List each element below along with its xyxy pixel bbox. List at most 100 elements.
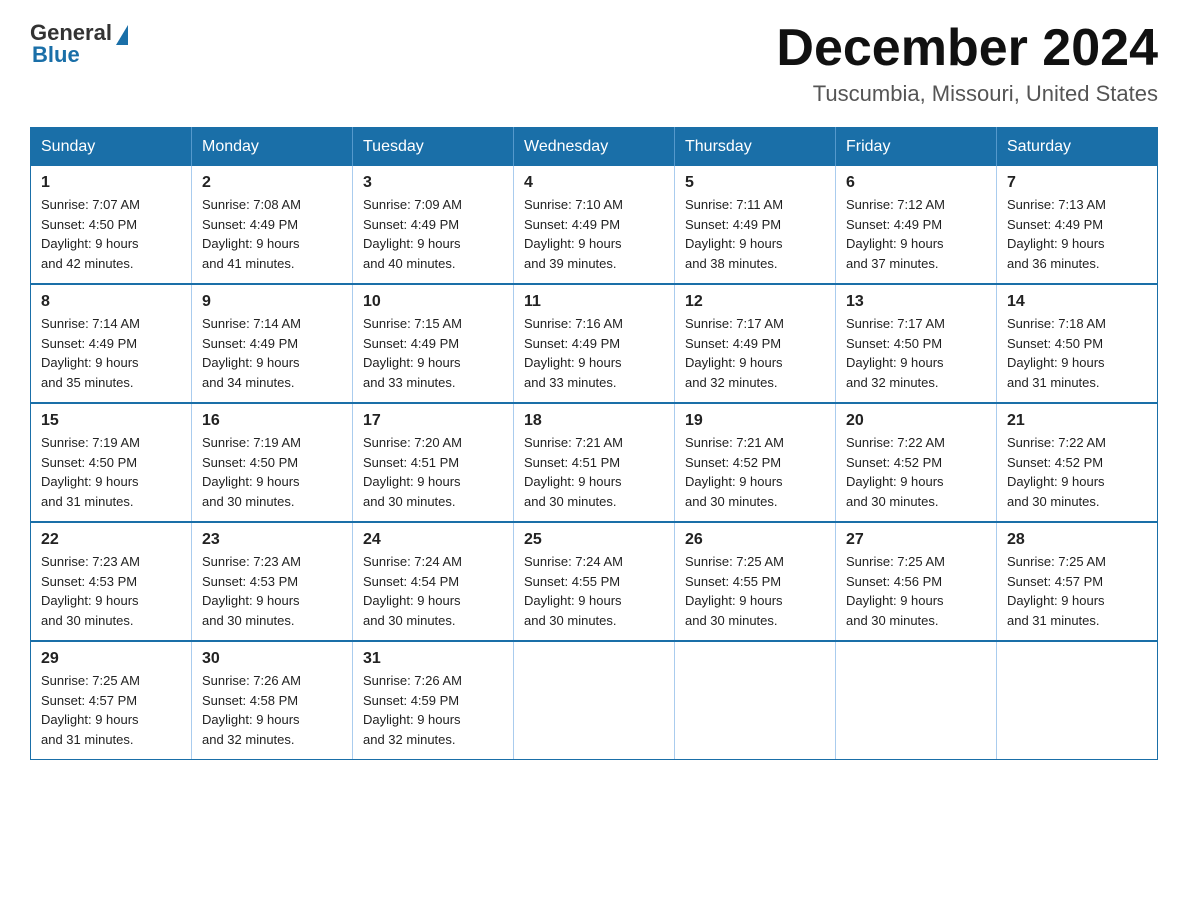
day-info: Sunrise: 7:17 AMSunset: 4:50 PMDaylight:… [846, 316, 945, 390]
day-number: 11 [524, 293, 664, 311]
day-info: Sunrise: 7:12 AMSunset: 4:49 PMDaylight:… [846, 197, 945, 271]
calendar-cell: 10 Sunrise: 7:15 AMSunset: 4:49 PMDaylig… [353, 284, 514, 403]
calendar-week-row: 15 Sunrise: 7:19 AMSunset: 4:50 PMDaylig… [31, 403, 1158, 522]
calendar-header: SundayMondayTuesdayWednesdayThursdayFrid… [31, 128, 1158, 167]
day-number: 23 [202, 531, 342, 549]
calendar-cell: 18 Sunrise: 7:21 AMSunset: 4:51 PMDaylig… [514, 403, 675, 522]
day-info: Sunrise: 7:17 AMSunset: 4:49 PMDaylight:… [685, 316, 784, 390]
day-info: Sunrise: 7:14 AMSunset: 4:49 PMDaylight:… [202, 316, 301, 390]
calendar-cell: 20 Sunrise: 7:22 AMSunset: 4:52 PMDaylig… [836, 403, 997, 522]
calendar-cell: 8 Sunrise: 7:14 AMSunset: 4:49 PMDayligh… [31, 284, 192, 403]
day-number: 15 [41, 412, 181, 430]
calendar-cell: 19 Sunrise: 7:21 AMSunset: 4:52 PMDaylig… [675, 403, 836, 522]
location-title: Tuscumbia, Missouri, United States [776, 81, 1158, 107]
weekday-header-sunday: Sunday [31, 128, 192, 167]
day-info: Sunrise: 7:24 AMSunset: 4:55 PMDaylight:… [524, 554, 623, 628]
day-info: Sunrise: 7:09 AMSunset: 4:49 PMDaylight:… [363, 197, 462, 271]
day-number: 3 [363, 174, 503, 192]
day-number: 10 [363, 293, 503, 311]
calendar-cell: 21 Sunrise: 7:22 AMSunset: 4:52 PMDaylig… [997, 403, 1158, 522]
day-number: 21 [1007, 412, 1147, 430]
day-number: 6 [846, 174, 986, 192]
weekday-header-wednesday: Wednesday [514, 128, 675, 167]
day-info: Sunrise: 7:22 AMSunset: 4:52 PMDaylight:… [1007, 435, 1106, 509]
day-info: Sunrise: 7:25 AMSunset: 4:55 PMDaylight:… [685, 554, 784, 628]
month-title: December 2024 [776, 20, 1158, 77]
calendar-cell: 17 Sunrise: 7:20 AMSunset: 4:51 PMDaylig… [353, 403, 514, 522]
logo: General Blue [30, 20, 128, 68]
day-info: Sunrise: 7:10 AMSunset: 4:49 PMDaylight:… [524, 197, 623, 271]
logo-triangle-icon [116, 25, 128, 45]
calendar-table: SundayMondayTuesdayWednesdayThursdayFrid… [30, 127, 1158, 760]
calendar-cell: 24 Sunrise: 7:24 AMSunset: 4:54 PMDaylig… [353, 522, 514, 641]
day-number: 30 [202, 650, 342, 668]
day-number: 2 [202, 174, 342, 192]
calendar-cell: 11 Sunrise: 7:16 AMSunset: 4:49 PMDaylig… [514, 284, 675, 403]
day-number: 14 [1007, 293, 1147, 311]
calendar-cell: 26 Sunrise: 7:25 AMSunset: 4:55 PMDaylig… [675, 522, 836, 641]
calendar-cell: 13 Sunrise: 7:17 AMSunset: 4:50 PMDaylig… [836, 284, 997, 403]
day-number: 1 [41, 174, 181, 192]
title-section: December 2024 Tuscumbia, Missouri, Unite… [776, 20, 1158, 107]
calendar-week-row: 29 Sunrise: 7:25 AMSunset: 4:57 PMDaylig… [31, 641, 1158, 760]
day-info: Sunrise: 7:18 AMSunset: 4:50 PMDaylight:… [1007, 316, 1106, 390]
day-number: 9 [202, 293, 342, 311]
calendar-cell: 22 Sunrise: 7:23 AMSunset: 4:53 PMDaylig… [31, 522, 192, 641]
day-number: 16 [202, 412, 342, 430]
calendar-cell: 5 Sunrise: 7:11 AMSunset: 4:49 PMDayligh… [675, 166, 836, 284]
day-number: 28 [1007, 531, 1147, 549]
day-number: 4 [524, 174, 664, 192]
day-number: 20 [846, 412, 986, 430]
weekday-header-friday: Friday [836, 128, 997, 167]
day-info: Sunrise: 7:13 AMSunset: 4:49 PMDaylight:… [1007, 197, 1106, 271]
day-number: 31 [363, 650, 503, 668]
day-info: Sunrise: 7:25 AMSunset: 4:57 PMDaylight:… [1007, 554, 1106, 628]
day-info: Sunrise: 7:14 AMSunset: 4:49 PMDaylight:… [41, 316, 140, 390]
day-info: Sunrise: 7:15 AMSunset: 4:49 PMDaylight:… [363, 316, 462, 390]
calendar-cell: 2 Sunrise: 7:08 AMSunset: 4:49 PMDayligh… [192, 166, 353, 284]
day-info: Sunrise: 7:23 AMSunset: 4:53 PMDaylight:… [202, 554, 301, 628]
day-info: Sunrise: 7:08 AMSunset: 4:49 PMDaylight:… [202, 197, 301, 271]
day-number: 7 [1007, 174, 1147, 192]
day-number: 8 [41, 293, 181, 311]
calendar-cell: 9 Sunrise: 7:14 AMSunset: 4:49 PMDayligh… [192, 284, 353, 403]
calendar-week-row: 8 Sunrise: 7:14 AMSunset: 4:49 PMDayligh… [31, 284, 1158, 403]
day-number: 13 [846, 293, 986, 311]
day-info: Sunrise: 7:22 AMSunset: 4:52 PMDaylight:… [846, 435, 945, 509]
day-number: 17 [363, 412, 503, 430]
day-info: Sunrise: 7:16 AMSunset: 4:49 PMDaylight:… [524, 316, 623, 390]
day-number: 27 [846, 531, 986, 549]
calendar-cell: 14 Sunrise: 7:18 AMSunset: 4:50 PMDaylig… [997, 284, 1158, 403]
calendar-cell: 29 Sunrise: 7:25 AMSunset: 4:57 PMDaylig… [31, 641, 192, 760]
calendar-cell [836, 641, 997, 760]
day-number: 19 [685, 412, 825, 430]
calendar-cell: 27 Sunrise: 7:25 AMSunset: 4:56 PMDaylig… [836, 522, 997, 641]
calendar-cell: 23 Sunrise: 7:23 AMSunset: 4:53 PMDaylig… [192, 522, 353, 641]
day-info: Sunrise: 7:26 AMSunset: 4:59 PMDaylight:… [363, 673, 462, 747]
page-header: General Blue December 2024 Tuscumbia, Mi… [30, 20, 1158, 107]
day-number: 26 [685, 531, 825, 549]
calendar-cell: 12 Sunrise: 7:17 AMSunset: 4:49 PMDaylig… [675, 284, 836, 403]
day-number: 25 [524, 531, 664, 549]
day-info: Sunrise: 7:26 AMSunset: 4:58 PMDaylight:… [202, 673, 301, 747]
calendar-cell: 25 Sunrise: 7:24 AMSunset: 4:55 PMDaylig… [514, 522, 675, 641]
day-info: Sunrise: 7:20 AMSunset: 4:51 PMDaylight:… [363, 435, 462, 509]
logo-blue-text: Blue [30, 42, 80, 68]
day-number: 24 [363, 531, 503, 549]
day-info: Sunrise: 7:24 AMSunset: 4:54 PMDaylight:… [363, 554, 462, 628]
calendar-cell: 7 Sunrise: 7:13 AMSunset: 4:49 PMDayligh… [997, 166, 1158, 284]
calendar-cell: 4 Sunrise: 7:10 AMSunset: 4:49 PMDayligh… [514, 166, 675, 284]
calendar-cell: 28 Sunrise: 7:25 AMSunset: 4:57 PMDaylig… [997, 522, 1158, 641]
day-number: 18 [524, 412, 664, 430]
day-info: Sunrise: 7:23 AMSunset: 4:53 PMDaylight:… [41, 554, 140, 628]
day-number: 5 [685, 174, 825, 192]
day-info: Sunrise: 7:11 AMSunset: 4:49 PMDaylight:… [685, 197, 783, 271]
weekday-header-row: SundayMondayTuesdayWednesdayThursdayFrid… [31, 128, 1158, 167]
calendar-cell: 16 Sunrise: 7:19 AMSunset: 4:50 PMDaylig… [192, 403, 353, 522]
day-number: 22 [41, 531, 181, 549]
day-info: Sunrise: 7:25 AMSunset: 4:56 PMDaylight:… [846, 554, 945, 628]
weekday-header-monday: Monday [192, 128, 353, 167]
calendar-cell [514, 641, 675, 760]
day-number: 29 [41, 650, 181, 668]
calendar-cell: 30 Sunrise: 7:26 AMSunset: 4:58 PMDaylig… [192, 641, 353, 760]
